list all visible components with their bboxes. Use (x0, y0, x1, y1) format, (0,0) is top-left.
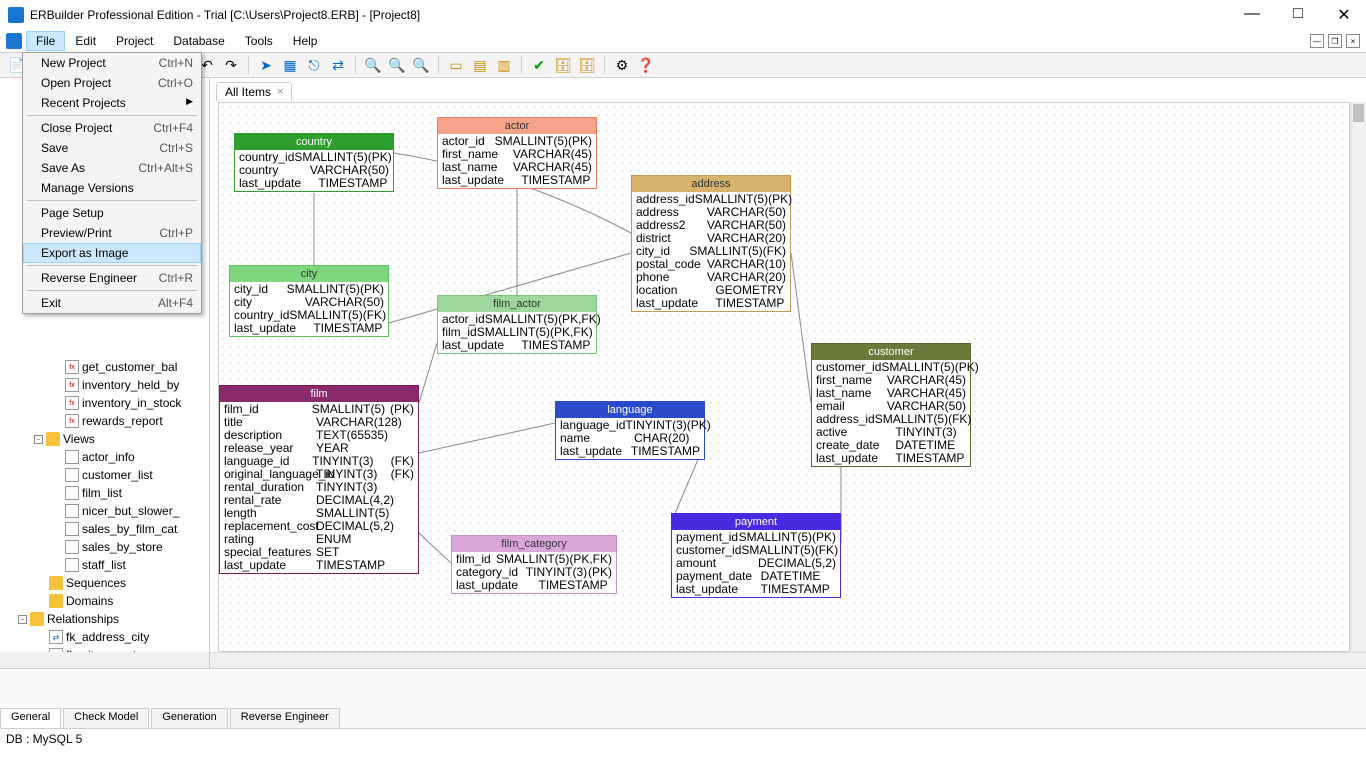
menu-project[interactable]: Project (106, 31, 163, 51)
tree-views[interactable]: -Views (0, 430, 209, 448)
zoom-fit-icon[interactable]: 🔍 (410, 54, 432, 76)
window-title: ERBuilder Professional Edition - Trial [… (30, 8, 1238, 22)
document-tab[interactable]: All Items × (216, 82, 292, 102)
check-icon[interactable]: ✔ (528, 54, 550, 76)
entity-actor[interactable]: actoractor_idSMALLINT(5)(PK)first_nameVA… (437, 117, 597, 189)
output-panel: GeneralCheck ModelGenerationReverse Engi… (0, 668, 1366, 728)
entity-city[interactable]: citycity_idSMALLINT(5)(PK)cityVARCHAR(50… (229, 265, 389, 337)
status-text: DB : MySQL 5 (6, 732, 82, 746)
tree-inventory-in-stock[interactable]: inventory_in_stock (0, 394, 209, 412)
link-icon[interactable]: ⇄ (327, 54, 349, 76)
column: last_updateTIMESTAMP (676, 583, 836, 596)
file-menu-new-project[interactable]: New ProjectCtrl+N (23, 53, 201, 73)
tree-actor-info[interactable]: actor_info (0, 448, 209, 466)
app-icon (8, 7, 24, 23)
tree-inventory-held-by[interactable]: inventory_held_by (0, 376, 209, 394)
file-menu-exit[interactable]: ExitAlt+F4 (23, 293, 201, 313)
tree-sales-by-film-cat[interactable]: sales_by_film_cat (0, 520, 209, 538)
sidebar-hscroll[interactable] (0, 652, 209, 668)
entity-payment[interactable]: paymentpayment_idSMALLINT(5)(PK)customer… (671, 513, 841, 598)
file-menu-close-project[interactable]: Close ProjectCtrl+F4 (23, 118, 201, 138)
file-menu-recent-projects[interactable]: Recent Projects▶ (23, 93, 201, 113)
tree-sequences[interactable]: Sequences (0, 574, 209, 592)
toolbar: 📄 📂 💾 ✂ 📋 📄 ✖ ↶ ↷ ➤ ▦ ⎋ ⇄ 🔍 🔍 🔍 ▭ ▤ ▥ ✔ … (0, 52, 1366, 78)
file-menu-open-project[interactable]: Open ProjectCtrl+O (23, 73, 201, 93)
bottom-tab-general[interactable]: General (0, 708, 61, 728)
entity-film[interactable]: filmfilm_idSMALLINT(5)(PK)titleVARCHAR(1… (219, 385, 419, 574)
column: last_updateTIMESTAMP (239, 177, 389, 190)
tree-staff-list[interactable]: staff_list (0, 556, 209, 574)
tree-fk-address-city[interactable]: ⇄fk_address_city (0, 628, 209, 646)
entity-address[interactable]: addressaddress_idSMALLINT(5)(PK)addressV… (631, 175, 791, 312)
column: last_updateTIMESTAMP (560, 445, 700, 458)
zoom-in-icon[interactable]: 🔍 (362, 54, 384, 76)
close-button[interactable]: ✕ (1330, 5, 1358, 25)
tab-close-icon[interactable]: × (277, 86, 283, 98)
pointer-icon[interactable]: ➤ (255, 54, 277, 76)
file-menu-reverse-engineer[interactable]: Reverse EngineerCtrl+R (23, 268, 201, 288)
tree-relationships[interactable]: -Relationships (0, 610, 209, 628)
canvas-area: All Items × countrycountry_idSMALLINT(5)… (210, 78, 1366, 668)
tree-rewards-report[interactable]: rewards_report (0, 412, 209, 430)
app-icon-small (6, 33, 22, 49)
db2-icon[interactable]: 🗄 (576, 54, 598, 76)
mdi-restore[interactable]: ❐ (1328, 34, 1342, 48)
tree-customer-list[interactable]: customer_list (0, 466, 209, 484)
menu-file[interactable]: File (26, 31, 65, 51)
minimize-button[interactable]: — (1238, 5, 1266, 25)
column: last_updateTIMESTAMP (442, 339, 592, 352)
diagram-canvas[interactable]: countrycountry_idSMALLINT(5)(PK)countryV… (218, 102, 1350, 652)
maximize-button[interactable]: □ (1284, 5, 1312, 25)
tree-nicer-but-slower-[interactable]: nicer_but_slower_ (0, 502, 209, 520)
mdi-close[interactable]: × (1346, 34, 1360, 48)
bottom-tab-reverse-engineer[interactable]: Reverse Engineer (230, 708, 340, 728)
column: last_updateTIMESTAMP (224, 559, 414, 572)
entity-country[interactable]: countrycountry_idSMALLINT(5)(PK)countryV… (234, 133, 394, 192)
file-menu-page-setup[interactable]: Page Setup (23, 203, 201, 223)
entity-film_actor[interactable]: film_actoractor_idSMALLINT(5)(PK,FK)film… (437, 295, 597, 354)
menu-edit[interactable]: Edit (65, 31, 106, 51)
settings-icon[interactable]: ⚙ (611, 54, 633, 76)
column: last_updateTIMESTAMP (234, 322, 384, 335)
layout2-icon[interactable]: ▤ (469, 54, 491, 76)
file-menu-save[interactable]: SaveCtrl+S (23, 138, 201, 158)
file-menu-export-as-image[interactable]: Export as Image (23, 243, 201, 263)
entity-film_category[interactable]: film_categoryfilm_idSMALLINT(5)(PK,FK)ca… (451, 535, 617, 594)
table-icon[interactable]: ▦ (279, 54, 301, 76)
document-tab-label: All Items (225, 85, 271, 99)
tree-domains[interactable]: Domains (0, 592, 209, 610)
layout3-icon[interactable]: ▥ (493, 54, 515, 76)
file-menu-save-as[interactable]: Save AsCtrl+Alt+S (23, 158, 201, 178)
canvas-hscroll[interactable] (210, 652, 1366, 668)
entity-customer[interactable]: customercustomer_idSMALLINT(5)(PK)first_… (811, 343, 971, 467)
bottom-tab-generation[interactable]: Generation (151, 708, 227, 728)
entity-language[interactable]: languagelanguage_idTINYINT(3)(PK)nameCHA… (555, 401, 705, 460)
statusbar: DB : MySQL 5 (0, 728, 1366, 748)
file-menu-dropdown: New ProjectCtrl+NOpen ProjectCtrl+ORecen… (22, 52, 202, 314)
column: last_updateTIMESTAMP (636, 297, 786, 310)
db1-icon[interactable]: 🗄 (552, 54, 574, 76)
menu-help[interactable]: Help (283, 31, 328, 51)
file-menu-manage-versions[interactable]: Manage Versions (23, 178, 201, 198)
titlebar: ERBuilder Professional Edition - Trial [… (0, 0, 1366, 30)
menu-tools[interactable]: Tools (235, 31, 283, 51)
column: last_updateTIMESTAMP (816, 452, 966, 465)
column: last_updateTIMESTAMP (456, 579, 612, 592)
bottom-tab-check-model[interactable]: Check Model (63, 708, 149, 728)
tree-film-list[interactable]: film_list (0, 484, 209, 502)
column: last_updateTIMESTAMP (442, 174, 592, 187)
tree-get-customer-bal[interactable]: get_customer_bal (0, 358, 209, 376)
help-icon[interactable]: ❓ (635, 54, 657, 76)
relation-icon[interactable]: ⎋ (303, 54, 325, 76)
menubar: FileEditProjectDatabaseToolsHelp — ❐ × (0, 30, 1366, 52)
menu-database[interactable]: Database (163, 31, 234, 51)
layout1-icon[interactable]: ▭ (445, 54, 467, 76)
redo-icon[interactable]: ↷ (220, 54, 242, 76)
canvas-vscroll[interactable] (1350, 102, 1366, 652)
file-menu-preview-print[interactable]: Preview/PrintCtrl+P (23, 223, 201, 243)
zoom-out-icon[interactable]: 🔍 (386, 54, 408, 76)
mdi-minimize[interactable]: — (1310, 34, 1324, 48)
tree-sales-by-store[interactable]: sales_by_store (0, 538, 209, 556)
